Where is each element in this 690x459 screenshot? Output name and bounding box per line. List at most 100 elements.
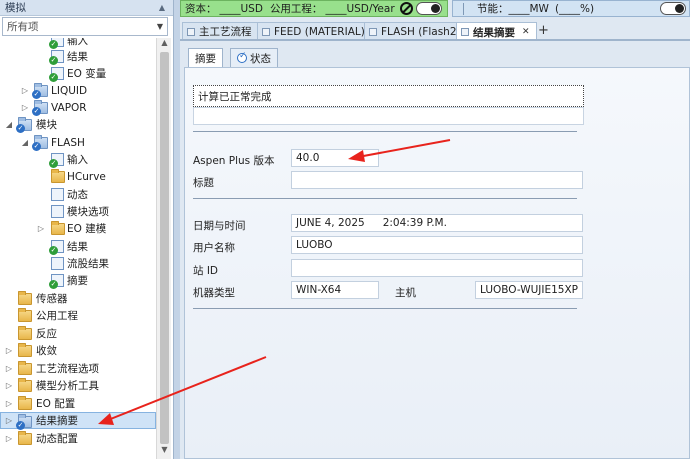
nav-scrollbar[interactable]: ▲ ▼ [156, 38, 171, 459]
expand-arrow-icon[interactable]: ▷ [4, 416, 14, 425]
subtab-status[interactable]: 状态 [230, 48, 278, 67]
tree-item-block-options[interactable]: 模块选项 [0, 203, 156, 220]
collapse-arrow-icon[interactable]: ◢ [20, 138, 30, 147]
tree-item-flowsheet-options[interactable]: ▷ 工艺流程选项 [0, 360, 156, 377]
version-label: Aspen Plus 版本 [193, 155, 275, 167]
tree-item-label: 模块 [36, 119, 57, 131]
scrollbar-thumb[interactable] [160, 52, 169, 444]
chevron-down-icon[interactable]: ▼ [153, 22, 167, 31]
capital-label: 资本： [185, 3, 217, 15]
version-value: 40.0 [296, 152, 320, 164]
utility-label: 公用工程： [269, 3, 323, 15]
expand-arrow-icon[interactable]: ▷ [36, 224, 46, 233]
stream-icon [262, 28, 270, 36]
tree-item-dynamic[interactable]: 动态 [0, 186, 156, 203]
tree-item-utilities[interactable]: 公用工程 [0, 307, 156, 324]
capital-value: ____USD [219, 2, 263, 15]
tree-item-liquid[interactable]: ▷ ✓ LIQUID [0, 82, 156, 99]
status-message-box-secondary [193, 107, 584, 125]
tree-item-flash-results[interactable]: ✓ 结果 [0, 238, 156, 255]
machine-field[interactable]: WIN-X64 [291, 281, 379, 299]
version-field[interactable]: 40.0 [291, 149, 379, 167]
energy-separator [463, 3, 464, 15]
expand-arrow-icon[interactable]: ▷ [4, 346, 14, 355]
expand-arrow-icon[interactable]: ▷ [4, 364, 14, 373]
tree-item-label: LIQUID [51, 84, 88, 97]
tree-item-flash-input[interactable]: ✓ 输入 [0, 151, 156, 168]
tree-item-vapor[interactable]: ▷ ✓ VAPOR [0, 99, 156, 116]
expand-arrow-icon[interactable]: ▷ [4, 399, 14, 408]
tab-label: 结果摘要 [473, 26, 515, 39]
nav-filter-value: 所有项 [7, 21, 39, 33]
summary-form: 计算已正常完成 Aspen Plus 版本 40.0 标题 日期与时间 JUNE… [184, 67, 690, 459]
energy-percent: (____%) [554, 2, 595, 15]
energy-toggle[interactable] [660, 2, 686, 15]
block-folder-icon: ✓ [16, 117, 32, 133]
tree-item-sensors[interactable]: 传感器 [0, 290, 156, 307]
tree-item-eo-config[interactable]: ▷ EO 配置 [0, 395, 156, 412]
expand-arrow-icon[interactable]: ▷ [20, 103, 30, 112]
tree-item-reactions[interactable]: 反应 [0, 325, 156, 342]
divider [193, 198, 577, 199]
tree-item-label: 传感器 [36, 293, 68, 305]
tree-item-label: 反应 [36, 328, 57, 340]
form-check-icon: ✓ [49, 274, 64, 289]
collapse-up-icon[interactable]: ▲ [159, 3, 165, 12]
tree-item-flash[interactable]: ◢ ✓ FLASH [0, 134, 156, 151]
form-icon [51, 205, 64, 218]
economics-toggle[interactable] [415, 2, 442, 15]
tree-item-eo-variables[interactable]: ✓ EO 变量 [0, 65, 156, 82]
host-label: 主机 [395, 287, 416, 299]
tree-item-convergence[interactable]: ▷ 收敛 [0, 342, 156, 359]
tab-feed[interactable]: FEED (MATERIAL) [257, 22, 372, 40]
title-field[interactable] [291, 171, 583, 189]
form-icon [51, 188, 64, 201]
tree-item-label: EO 建模 [67, 223, 107, 235]
user-value: LUOBO [296, 239, 333, 251]
close-icon[interactable]: ✕ [522, 27, 530, 37]
tree-item-summary[interactable]: ✓ 摘要 [0, 272, 156, 289]
form-icon [51, 257, 64, 270]
nav-filter-select[interactable]: 所有项 ▼ [2, 17, 168, 36]
tree-item-eo-modeling[interactable]: ▷ EO 建模 [0, 220, 156, 237]
tab-flash[interactable]: FLASH (Flash2) [364, 22, 468, 40]
folder-icon [18, 308, 32, 322]
scroll-up-icon[interactable]: ▲ [157, 38, 172, 52]
tree-item-results[interactable]: ✓ 结果 [0, 48, 156, 65]
subtab-summary[interactable]: 摘要 [188, 48, 223, 68]
tree-item-model-analysis[interactable]: ▷ 模型分析工具 [0, 377, 156, 394]
add-tab-button[interactable]: + [538, 23, 549, 38]
no-entry-icon [399, 2, 413, 15]
block-icon [369, 28, 377, 36]
tree-item-label: 流股结果 [67, 258, 109, 270]
host-field[interactable]: LUOBO-WUJIE15XP [475, 281, 583, 299]
expand-arrow-icon[interactable]: ▷ [4, 381, 14, 390]
user-field[interactable]: LUOBO [291, 236, 583, 254]
expand-arrow-icon[interactable]: ▷ [20, 86, 30, 95]
collapse-arrow-icon[interactable]: ◢ [4, 120, 14, 129]
folder-icon [18, 431, 32, 445]
nav-header[interactable]: 模拟 ▲ [0, 0, 173, 16]
site-id-label: 站 ID [193, 265, 219, 277]
tree-item-label: 动态 [67, 189, 88, 201]
folder-icon [51, 169, 65, 183]
tab-main-flowsheet[interactable]: 主工艺流程 [182, 22, 259, 40]
expand-arrow-icon[interactable]: ▷ [4, 434, 14, 443]
tab-label: 主工艺流程 [199, 26, 252, 38]
tree-item-blocks[interactable]: ◢ ✓ 模块 [0, 116, 156, 133]
form-check-icon: ✓ [49, 38, 64, 49]
utility-value: ____USD/Year [325, 2, 395, 15]
scroll-down-icon[interactable]: ▼ [157, 445, 172, 459]
folder-icon [18, 396, 32, 410]
subtab-label: 状态 [250, 52, 271, 65]
site-id-field[interactable] [291, 259, 583, 277]
tree-item-label: FLASH [51, 136, 85, 149]
tree-item-label: 结果 [67, 241, 88, 253]
tree-item-results-summary[interactable]: ▷ ✓ 结果摘要 [0, 412, 156, 430]
tree-item-label: 输入 [67, 38, 88, 47]
tree-item-dynamic-config[interactable]: ▷ 动态配置 [0, 430, 156, 447]
tree-item-hcurve[interactable]: HCurve [0, 168, 156, 185]
economics-bar: 资本： ____USD 公用工程： ____USD/Year [180, 0, 448, 17]
datetime-field[interactable]: JUNE 4, 2025 2:04:39 P.M. [291, 214, 583, 232]
tree-item-stream-results[interactable]: 流股结果 [0, 255, 156, 272]
